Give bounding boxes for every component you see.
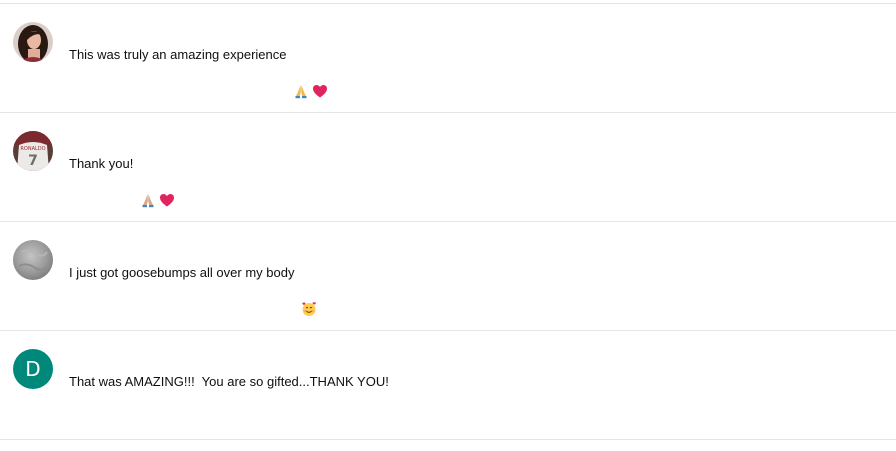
woman-dark-hair-photo-icon: [13, 22, 53, 62]
avatar-letter: D: [25, 357, 41, 381]
gray-texture-photo-icon: [13, 240, 53, 280]
jersey-number-7-photo-icon: RONALDO 7: [13, 131, 53, 171]
comment-item: RONALDO 7 Thank you!: [0, 112, 896, 221]
user-avatar[interactable]: RONALDO 7: [13, 131, 53, 171]
comment-text: This was truly an amazing experience: [69, 46, 328, 99]
comment-item: This was truly an amazing experience: [0, 3, 896, 112]
red-heart-emoji-icon: [159, 156, 175, 207]
folded-hands-light-emoji-icon: [140, 156, 156, 208]
comment-text-content: Thank you!: [69, 156, 137, 171]
comment-text-content: I just got goosebumps all over my body: [69, 265, 299, 280]
comment-text-content: That was AMAZING!!! You are so gifted...…: [69, 374, 389, 389]
folded-hands-emoji-icon: [293, 47, 309, 99]
comment-text-content: This was truly an amazing experience: [69, 47, 291, 62]
comment-list: This was truly an amazing experience RON…: [0, 3, 896, 440]
red-heart-emoji-icon: [312, 47, 328, 98]
svg-text:7: 7: [28, 153, 38, 169]
comment-item: D That was AMAZING!!! You are so gifted.…: [0, 330, 896, 440]
user-avatar[interactable]: D: [13, 349, 53, 389]
user-avatar[interactable]: [13, 22, 53, 62]
user-avatar[interactable]: [13, 240, 53, 280]
smiling-face-with-hearts-emoji-icon: [301, 265, 317, 316]
comment-text: That was AMAZING!!! You are so gifted...…: [69, 373, 389, 391]
comment-text: Thank you!: [69, 155, 175, 208]
comment-text: I just got goosebumps all over my body: [69, 264, 317, 316]
comment-item: I just got goosebumps all over my body: [0, 221, 896, 330]
svg-text:RONALDO: RONALDO: [20, 146, 45, 152]
